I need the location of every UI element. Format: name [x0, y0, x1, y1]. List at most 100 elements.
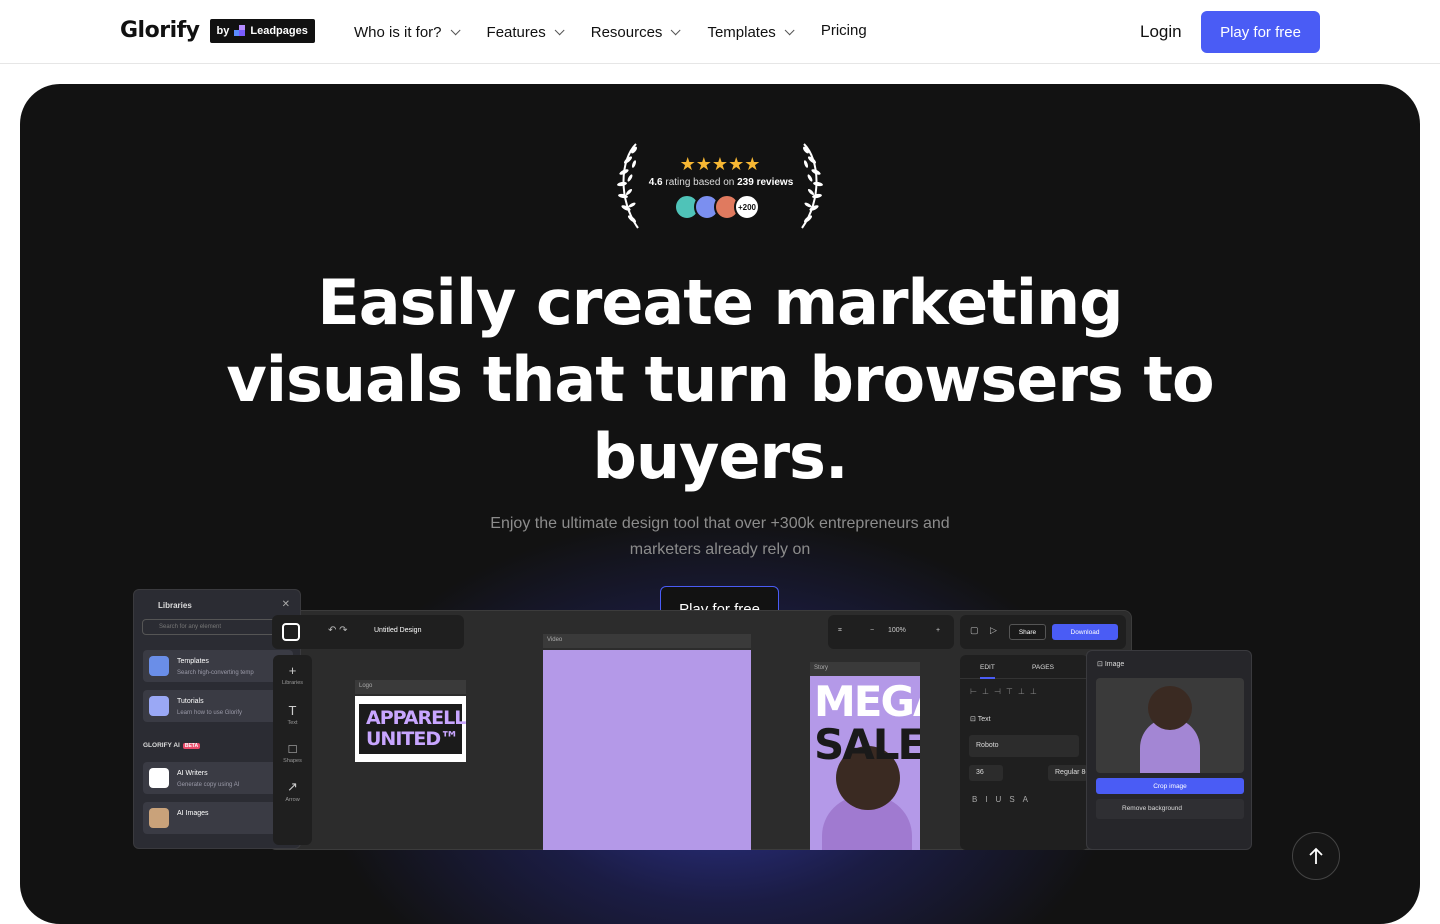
text-style-icons[interactable]: BIUSA	[972, 795, 1036, 804]
arrow-icon: ↗	[287, 779, 298, 794]
font-family-select[interactable]: Roboto	[969, 735, 1079, 757]
chevron-down-icon	[784, 24, 795, 35]
shapes-icon: □	[288, 741, 297, 756]
library-search-input[interactable]: Search for any element	[142, 619, 292, 635]
beta-badge: BETA	[182, 743, 201, 749]
library-card-templates[interactable]: Templates Search high-converting temp	[143, 650, 293, 682]
tool-rail: + Libraries T Text □ Shapes ↗ Arrow	[273, 655, 312, 845]
undo-redo-icons[interactable]: ↶ ↷	[328, 625, 348, 636]
rating-text: 4.6 rating based on 239 reviews	[636, 177, 806, 188]
video-frame-label[interactable]: Video	[543, 634, 751, 648]
tool-label: Shapes	[283, 758, 302, 764]
text-icon: T	[288, 703, 297, 718]
story-frame[interactable]: MEGA SALE	[810, 676, 920, 850]
tab-pages[interactable]: PAGES	[1032, 664, 1054, 671]
text-section: ⊡ Text	[970, 715, 991, 723]
libraries-title: Libraries	[158, 601, 192, 610]
card-title: AI Writers	[177, 770, 208, 777]
properties-panel: EDIT PAGES ⊢⊥⊣⊤⊥⊥ ⊡ Text Roboto 36 Regul…	[960, 655, 1088, 850]
leadpages-logo-icon	[234, 25, 246, 36]
font-size-input[interactable]: 36	[969, 765, 1003, 781]
plus-icon: +	[288, 663, 297, 678]
editor-topbar: ↶ ↷ Untitled Design	[272, 615, 464, 649]
chevron-down-icon	[554, 24, 565, 35]
remove-background-button[interactable]: Remove background	[1096, 799, 1244, 819]
brand-logo[interactable]: Glorify by Leadpages	[120, 18, 315, 43]
play-for-free-button[interactable]: Play for free	[1201, 11, 1320, 53]
menu-item-resources[interactable]: Resources	[590, 21, 682, 43]
star-rating-icon: ★★★★★	[679, 154, 761, 174]
glorify-menu-icon[interactable]	[282, 623, 300, 641]
alignment-icons[interactable]: ⊢⊥⊣⊤⊥⊥	[970, 687, 1042, 696]
scroll-to-top-button[interactable]	[1292, 832, 1340, 880]
leadpages-badge: by Leadpages	[209, 18, 315, 43]
ai-section-label: GLORIFY AI BETA	[143, 742, 201, 749]
login-link[interactable]: Login	[1140, 22, 1182, 42]
share-button[interactable]: Share	[1009, 624, 1046, 640]
play-icon[interactable]: ▷	[990, 625, 997, 636]
extra-users-count: +200	[734, 194, 760, 220]
zoom-out-icon[interactable]: −	[870, 627, 874, 634]
top-navigation: Glorify by Leadpages Who is it for? Feat…	[0, 0, 1440, 64]
image-panel: ⊡ Image Crop image Remove background	[1086, 650, 1252, 850]
chevron-down-icon	[450, 24, 461, 35]
ai-images-icon	[149, 808, 169, 828]
tool-libraries[interactable]: + Libraries	[273, 663, 312, 686]
font-weight-select[interactable]: Regular 8(	[1048, 765, 1088, 781]
comment-icon[interactable]: ▢	[970, 625, 979, 636]
close-icon[interactable]: ✕	[282, 599, 290, 610]
openai-icon	[149, 768, 169, 788]
story-text-mega: MEGA	[814, 677, 920, 726]
hero-subheadline: Enjoy the ultimate design tool that over…	[490, 515, 950, 558]
crop-image-button[interactable]: Crop image	[1096, 778, 1244, 794]
card-desc: Generate copy using AI	[177, 782, 240, 788]
library-card-ai-images[interactable]: AI Images	[143, 802, 293, 834]
tool-label: Libraries	[281, 680, 304, 686]
image-title: Image	[1104, 661, 1125, 668]
chevron-down-icon	[671, 24, 682, 35]
menu-label: Pricing	[820, 21, 867, 39]
partner-name: Leadpages	[250, 24, 308, 37]
logo-frame[interactable]: APPARELL UNITED™	[355, 696, 466, 762]
image-panel-title: ⊡ Image	[1097, 660, 1124, 668]
menu-item-templates[interactable]: Templates	[707, 21, 795, 43]
by-label: by	[216, 24, 230, 37]
brand-wordmark: Glorify	[120, 18, 200, 43]
text-icon: ⊡	[970, 716, 978, 723]
menu-label: Templates	[707, 23, 776, 41]
logo-frame-label[interactable]: Logo	[355, 680, 466, 694]
menu-label: Features	[486, 23, 546, 41]
rating-value: 4.6	[648, 177, 663, 188]
story-frame-label[interactable]: Story	[810, 662, 920, 676]
menu-item-who-is-it-for[interactable]: Who is it for?	[354, 21, 461, 43]
tab-edit[interactable]: EDIT	[980, 664, 995, 679]
tool-label: Arrow	[285, 797, 300, 803]
card-title: Tutorials	[177, 698, 204, 705]
action-bar: ▢ ▷ Share Download	[960, 615, 1126, 649]
library-card-ai-writers[interactable]: AI Writers Generate copy using AI	[143, 762, 293, 794]
menu-label: Who is it for?	[354, 23, 442, 41]
library-card-tutorials[interactable]: Tutorials Learn how to use Glorify	[143, 690, 293, 722]
zoom-in-icon[interactable]: +	[936, 627, 940, 634]
menu-item-pricing[interactable]: Pricing	[821, 19, 867, 41]
card-desc: Learn how to use Glorify	[177, 710, 243, 716]
story-headline: MEGA SALE	[814, 680, 920, 766]
tool-shapes[interactable]: □ Shapes	[273, 741, 312, 764]
video-frame[interactable]	[543, 650, 751, 850]
tool-text[interactable]: T Text	[273, 703, 312, 726]
card-title: AI Images	[177, 810, 209, 817]
section-title: Text	[977, 716, 991, 723]
fit-icon[interactable]: ⌗	[838, 627, 842, 635]
story-text-sale: SALE	[814, 720, 920, 769]
menu-label: Resources	[590, 23, 663, 41]
review-count: 239 reviews	[737, 177, 794, 188]
zoom-controls: ⌗ − 100% +	[828, 615, 954, 649]
menu-item-features[interactable]: Features	[486, 21, 565, 43]
download-button[interactable]: Download	[1052, 624, 1118, 640]
zoom-level[interactable]: 100%	[888, 627, 906, 634]
design-name[interactable]: Untitled Design	[374, 627, 421, 634]
tool-label: Text	[287, 720, 298, 726]
tool-arrow[interactable]: ↗ Arrow	[273, 779, 312, 803]
rating-badge: ★★★★★ 4.6 rating based on 239 reviews +2…	[614, 140, 826, 232]
properties-tabs: EDIT PAGES	[960, 655, 1088, 679]
